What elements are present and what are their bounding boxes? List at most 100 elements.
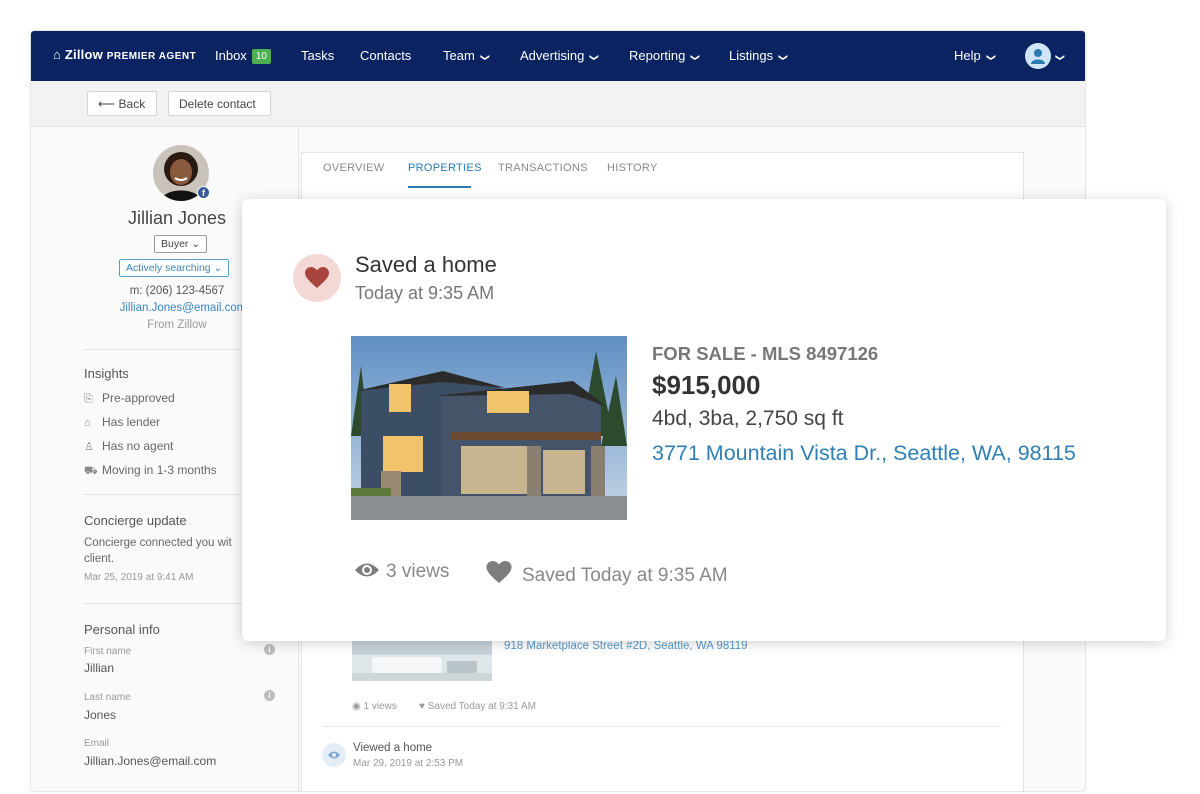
viewed-home-title: Viewed a home — [353, 742, 433, 754]
tab-transactions[interactable]: TRANSACTIONS — [498, 162, 588, 174]
listing-saved-label: Saved Today at 9:35 AM — [522, 565, 728, 586]
insight-moving: ⛟ Moving in 1-3 months — [84, 463, 217, 479]
listing-views: 3 views — [354, 561, 449, 583]
listing-saved: Saved Today at 9:35 AM — [486, 561, 728, 587]
nav-tasks[interactable]: Tasks — [301, 48, 334, 63]
insight-label: Moving in 1-3 months — [102, 463, 217, 477]
divider — [84, 494, 242, 495]
insights-title: Insights — [84, 366, 129, 381]
tab-history[interactable]: HISTORY — [607, 162, 658, 174]
saved-home-activity-card: Saved a home Today at 9:35 AM FOR SALE -… — [242, 199, 1166, 641]
truck-icon: ⛟ — [84, 465, 98, 477]
viewed-home-icon — [322, 743, 346, 767]
logo-suffix: PREMIER AGENT — [106, 51, 197, 62]
tab-properties[interactable]: PROPERTIES — [408, 162, 482, 174]
top-nav: ⌂ Zillow PREMIER AGENT Inbox 10 Tasks Con… — [31, 31, 1085, 81]
user-icon — [1031, 49, 1045, 64]
back-arrow-icon: ⟵ — [98, 97, 119, 111]
chevron-down-icon: ⌄ — [213, 262, 223, 274]
listing-status: FOR SALE - MLS 8497126 — [652, 343, 879, 364]
nav-reporting[interactable]: Reporting ❯ — [629, 48, 701, 63]
inbox-count-badge: 10 — [251, 49, 271, 64]
divider — [84, 349, 242, 350]
property-address-link[interactable]: 918 Marketplace Street #2D, Seattle, WA … — [504, 640, 748, 652]
email-label: Email — [84, 738, 110, 749]
nav-contacts[interactable]: Contacts — [360, 48, 411, 63]
insight-label: Has lender — [102, 415, 161, 429]
chevron-down-icon: ⌄ — [191, 238, 201, 250]
activity-title: Saved a home — [355, 252, 497, 277]
insight-has-lender: ⌂ Has lender — [84, 415, 160, 429]
concierge-text-line1: Concierge connected you wit — [84, 537, 232, 549]
listing-price: $915,000 — [652, 370, 761, 400]
listing-address-link[interactable]: 3771 Mountain Vista Dr., Seattle, WA, 98… — [652, 441, 1076, 466]
account-chevron-down-icon[interactable]: ❯ — [1055, 48, 1066, 63]
nav-team-label: Team — [443, 48, 475, 63]
nav-advertising-label: Advertising — [520, 48, 585, 63]
info-icon[interactable]: i — [264, 690, 275, 701]
saved-home-badge — [293, 254, 341, 302]
nav-advertising[interactable]: Advertising ❯ — [520, 48, 600, 63]
eye-icon: ◉ — [352, 701, 364, 712]
property-views: ◉ 1 views — [352, 701, 397, 712]
person-x-icon: ♙ — [84, 441, 94, 453]
last-name-value[interactable]: Jones — [84, 708, 116, 722]
chevron-down-icon: ❯ — [778, 53, 789, 62]
contact-type-dropdown[interactable]: Buyer ⌄ — [154, 235, 208, 253]
facebook-icon: f — [197, 186, 210, 199]
property-thumbnail[interactable] — [352, 641, 492, 681]
property-saved-label: Saved Today at 9:31 AM — [427, 701, 536, 712]
activity-time: Today at 9:35 AM — [355, 283, 495, 303]
back-button-label: Back — [118, 97, 146, 111]
chevron-down-icon: ❯ — [480, 53, 491, 62]
approved-icon: ⎘ — [84, 393, 93, 405]
property-photo[interactable] — [351, 336, 627, 520]
nav-inbox-label: Inbox — [215, 48, 247, 63]
logo-mark: ⌂ — [53, 47, 65, 62]
zillow-logo[interactable]: ⌂ Zillow PREMIER AGENT — [53, 47, 196, 62]
insight-no-agent: ♙ Has no agent — [84, 439, 173, 453]
search-status-dropdown[interactable]: Actively searching ⌄ — [119, 259, 230, 277]
back-button[interactable]: ⟵ Back — [87, 91, 157, 116]
chevron-down-icon: ❯ — [1055, 53, 1066, 62]
nav-listings-label: Listings — [729, 48, 774, 63]
insight-label: Has no agent — [102, 439, 174, 453]
nav-help-label: Help — [954, 48, 981, 63]
info-icon[interactable]: i — [264, 644, 275, 655]
first-name-value[interactable]: Jillian — [84, 661, 114, 675]
chevron-down-icon: ❯ — [690, 53, 701, 62]
heart-icon — [486, 561, 512, 583]
eye-icon — [355, 563, 379, 577]
property-views-label: 1 views — [363, 701, 397, 712]
concierge-date: Mar 25, 2019 at 9:41 AM — [84, 572, 194, 583]
contact-toolbar: ⟵ Back Delete contact — [31, 81, 1085, 127]
tab-overview[interactable]: OVERVIEW — [323, 162, 385, 174]
account-avatar-button[interactable] — [1025, 43, 1051, 69]
last-name-label: Last name — [84, 692, 131, 703]
email-value[interactable]: Jillian.Jones@email.com — [84, 754, 216, 768]
logo-text: Zillow — [64, 47, 103, 62]
nav-listings[interactable]: Listings ❯ — [729, 48, 789, 63]
heart-icon — [305, 267, 329, 288]
property-saved: ♥ Saved Today at 9:31 AM — [419, 701, 536, 712]
nav-inbox[interactable]: Inbox 10 — [215, 48, 271, 65]
nav-reporting-label: Reporting — [629, 48, 686, 63]
delete-contact-button[interactable]: Delete contact — [168, 91, 271, 116]
listing-details: 4bd, 3ba, 2,750 sq ft — [652, 407, 844, 430]
contact-type-label: Buyer — [161, 238, 189, 250]
insight-pre-approved: ⎘ Pre-approved — [84, 391, 175, 406]
concierge-text-line2: client. — [84, 553, 115, 565]
divider — [322, 726, 1001, 727]
listing-views-label: 3 views — [386, 561, 450, 582]
chevron-down-icon: ❯ — [986, 53, 997, 62]
personal-info-title: Personal info — [84, 622, 160, 637]
nav-team[interactable]: Team ❯ — [443, 48, 491, 63]
viewed-home-date: Mar 29, 2019 at 2:53 PM — [353, 758, 464, 769]
heart-icon: ♥ — [419, 701, 428, 712]
insight-label: Pre-approved — [102, 391, 175, 405]
nav-help[interactable]: Help ❯ — [954, 48, 997, 63]
eye-icon — [328, 751, 340, 759]
bank-icon: ⌂ — [84, 417, 91, 429]
concierge-title: Concierge update — [84, 513, 187, 528]
search-status-label: Actively searching — [126, 262, 211, 274]
